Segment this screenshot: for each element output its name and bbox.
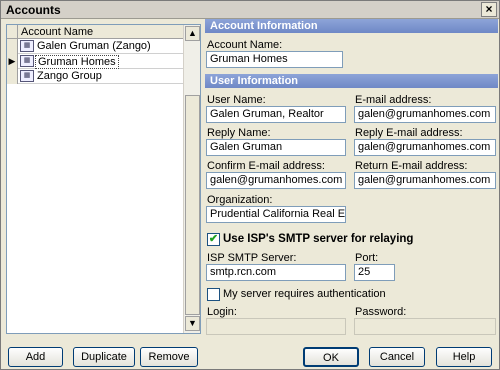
list-item[interactable]: ▦ Zango Group	[7, 69, 183, 84]
account-information-header: Account Information	[205, 19, 498, 33]
account-icon: ▦	[20, 70, 34, 82]
list-item[interactable]: ▦ Galen Gruman (Zango)	[7, 39, 183, 54]
reply-name-field[interactable]: Galen Gruman	[206, 139, 346, 156]
requires-authentication-label[interactable]: My server requires authentication	[223, 288, 386, 300]
list-item[interactable]: ▶ ▦ Gruman Homes	[7, 54, 183, 69]
use-isp-smtp-label[interactable]: Use ISP's SMTP server for relaying	[223, 233, 413, 245]
account-name: Galen Gruman (Zango)	[37, 40, 151, 52]
confirm-email-field[interactable]: galen@grumanhomes.com	[206, 172, 346, 189]
help-button[interactable]: Help	[436, 347, 492, 367]
account-name: Zango Group	[37, 70, 102, 82]
list-scrollbar[interactable]: ▲ ▼	[183, 25, 200, 333]
remove-button-label: Remove	[148, 351, 190, 363]
isp-smtp-server-label: ISP SMTP Server:	[207, 252, 297, 264]
column-header-account-name[interactable]: Account Name	[21, 26, 93, 38]
email-label: E-mail address:	[355, 94, 432, 106]
requires-authentication-checkbox[interactable]	[207, 288, 220, 301]
port-label: Port:	[355, 252, 379, 264]
scroll-down-icon[interactable]: ▼	[185, 316, 200, 331]
account-icon: ▦	[20, 55, 34, 67]
account-icon: ▦	[20, 40, 34, 52]
duplicate-button-label: Duplicate	[81, 351, 127, 363]
row-selector-arrow-icon: ▶	[7, 54, 18, 69]
title-bar: Accounts ×	[1, 1, 499, 19]
password-field[interactable]	[354, 318, 496, 335]
add-button[interactable]: Add	[8, 347, 63, 367]
accounts-window: Accounts × Account Name ▦ Galen Gruman (…	[0, 0, 500, 370]
ok-button-label: OK	[323, 352, 339, 364]
return-email-label: Return E-mail address:	[355, 160, 468, 172]
cancel-button-label: Cancel	[379, 351, 415, 363]
isp-smtp-server-field[interactable]: smtp.rcn.com	[206, 264, 346, 281]
account-name-field[interactable]: Gruman Homes	[206, 51, 343, 68]
email-field[interactable]: galen@grumanhomes.com	[354, 106, 496, 123]
add-button-label: Add	[25, 351, 46, 363]
organization-label: Organization:	[207, 194, 273, 206]
organization-field[interactable]: Prudential California Real Estate	[206, 206, 346, 223]
account-list[interactable]: Account Name ▦ Galen Gruman (Zango) ▶ ▦ …	[6, 24, 201, 334]
user-information-header: User Information	[205, 74, 498, 88]
return-email-field[interactable]: galen@grumanhomes.com	[354, 172, 496, 189]
list-header: Account Name	[7, 25, 183, 39]
account-details-panel: Account Information Account Name: Gruman…	[205, 19, 498, 339]
password-label: Password:	[355, 306, 407, 318]
row-selector	[7, 39, 18, 54]
cancel-button[interactable]: Cancel	[369, 347, 425, 367]
remove-button[interactable]: Remove	[140, 347, 198, 367]
login-field[interactable]	[206, 318, 346, 335]
ok-button[interactable]: OK	[303, 347, 359, 367]
account-name: Gruman Homes	[35, 55, 119, 69]
reply-name-label: Reply Name:	[207, 127, 271, 139]
close-icon[interactable]: ×	[481, 2, 497, 17]
port-field[interactable]: 25	[354, 264, 395, 281]
confirm-email-label: Confirm E-mail address:	[207, 160, 325, 172]
scroll-up-icon[interactable]: ▲	[185, 26, 200, 41]
help-button-label: Help	[452, 351, 476, 363]
scroll-thumb[interactable]	[185, 95, 200, 315]
reply-email-field[interactable]: galen@grumanhomes.com	[354, 139, 496, 156]
login-label: Login:	[207, 306, 237, 318]
reply-email-label: Reply E-mail address:	[355, 127, 463, 139]
row-selector-header	[7, 25, 18, 39]
duplicate-button[interactable]: Duplicate	[73, 347, 135, 367]
user-name-label: User Name:	[207, 94, 266, 106]
use-isp-smtp-checkbox[interactable]: ✔	[207, 233, 220, 246]
row-selector	[7, 69, 18, 84]
account-name-label: Account Name:	[207, 39, 283, 51]
user-name-field[interactable]: Galen Gruman, Realtor	[206, 106, 346, 123]
window-title: Accounts	[6, 3, 61, 17]
